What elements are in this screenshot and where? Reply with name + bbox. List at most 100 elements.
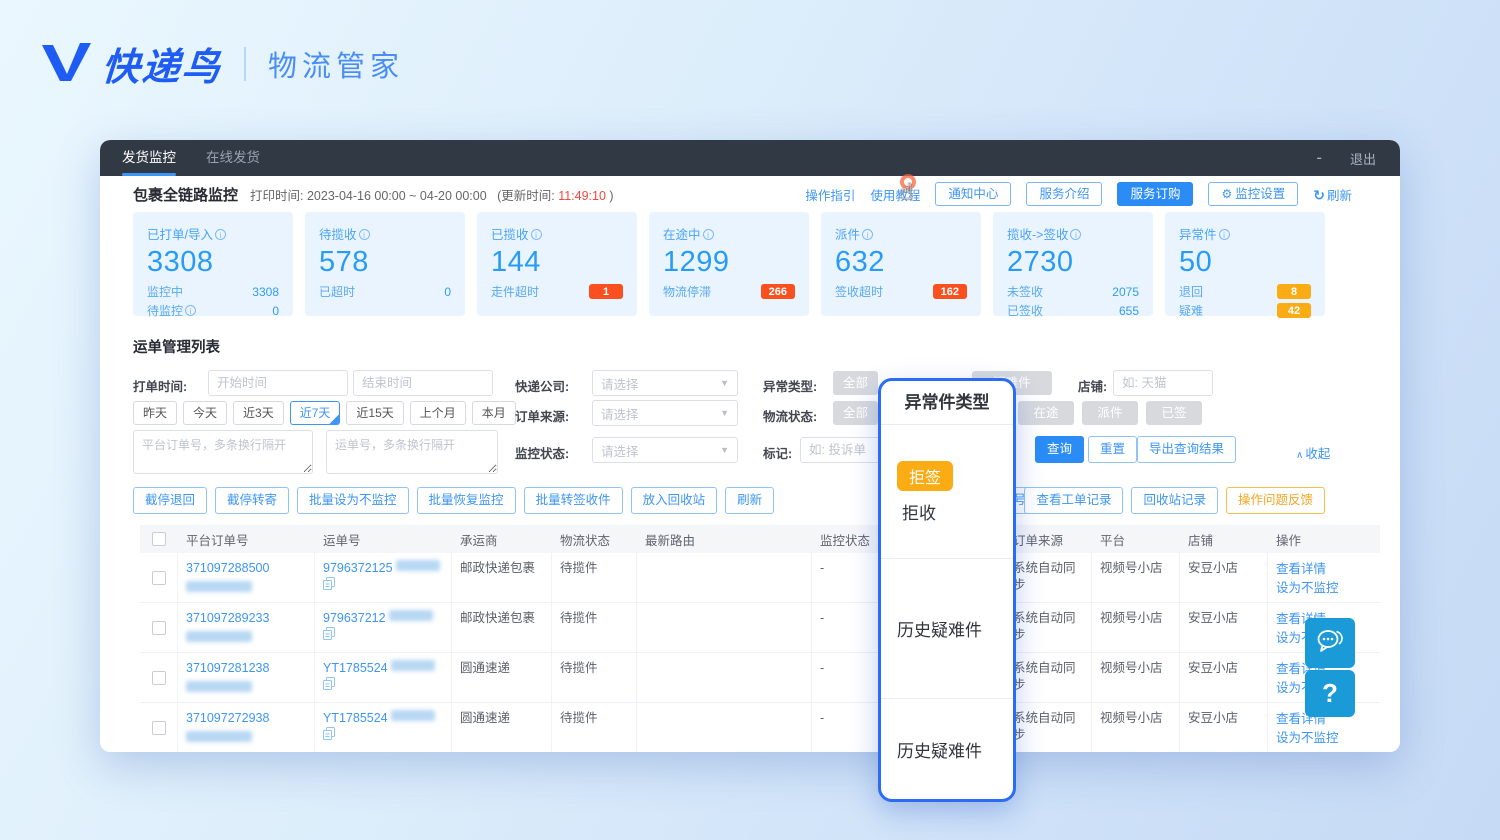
intercept-forward-button[interactable]: 截停转寄 [215,487,289,514]
logistics-chip-all[interactable]: 全部 [833,401,878,425]
popup-item-reject-receive[interactable]: 拒收 [902,499,1013,524]
row-checkbox[interactable] [152,571,166,585]
work-order-records-button[interactable]: 查看工单记录 [1024,487,1123,514]
mark-label: 标记: [763,443,792,462]
stats-cards: 已打单/导入 3308 监控中3308 待监控0 待揽收 578 已超时0 已揽… [133,212,1325,316]
carrier-cell: 圆通速递 [452,703,552,752]
monitor-status-select[interactable]: 请选择▼ [592,437,738,463]
popup-item-reject-sign[interactable]: 拒签 [897,461,953,491]
order-source-cell: 系统自动同步 [1005,703,1092,752]
row-checkbox[interactable] [152,671,166,685]
help-button[interactable]: ? [1305,670,1355,717]
service-subscribe-button[interactable]: 服务订购 [1117,182,1193,206]
copy-icon[interactable] [323,679,335,693]
platform-order-link[interactable]: 371097289233 [186,611,269,625]
order-source-cell: 系统自动同步 [1005,553,1092,602]
batch-unmonitor-button[interactable]: 批量设为不监控 [297,487,409,514]
platform-order-link[interactable]: 371097281238 [186,661,269,675]
info-icon[interactable] [1219,229,1230,240]
service-intro-button[interactable]: 服务介绍 [1026,182,1102,206]
info-icon[interactable] [531,229,542,240]
intercept-return-button[interactable]: 截停退回 [133,487,207,514]
shop-cell: 安豆小店 [1180,653,1268,702]
feedback-button[interactable]: 操作问题反馈 [1226,487,1325,514]
logistics-status-cell: 待揽件 [552,703,637,752]
quick-date-group: 昨天 今天 近3天 近7天 近15天 上个月 本月 [133,401,516,425]
order-source-select[interactable]: 请选择▼ [592,400,738,426]
table-row: 371097272938 YT1785524 圆通速递 待揽件 - 系统自动同步… [140,703,1380,752]
info-icon[interactable] [359,229,370,240]
waybill-link[interactable]: YT1785524 [323,711,388,725]
platform-order-link[interactable]: 371097272938 [186,711,269,725]
info-icon[interactable] [1070,229,1081,240]
quick-date-15d[interactable]: 近15天 [346,401,403,425]
waybill-textarea[interactable] [326,430,498,474]
quick-date-7d[interactable]: 近7天 [290,401,341,425]
redacted-text [186,631,252,642]
waybill-link[interactable]: YT1785524 [323,661,388,675]
info-icon[interactable] [185,305,196,316]
popup-item-history-difficult[interactable]: 历史疑难件 [897,737,982,762]
order-source-label: 订单来源: [515,406,569,425]
minimize-button[interactable]: - [1316,143,1322,173]
quick-date-this-month[interactable]: 本月 [472,401,516,425]
copy-icon[interactable] [323,579,335,593]
recycle-bin-button[interactable]: 放入回收站 [631,487,718,514]
select-all-checkbox[interactable] [152,532,166,546]
waybill-link[interactable]: 9796372125 [323,561,393,575]
refresh-link[interactable]: ↻刷新 [1313,185,1352,204]
query-button[interactable]: 查询 [1035,436,1084,463]
logistics-chip-signed[interactable]: 已签收 [1146,401,1202,425]
quick-date-yesterday[interactable]: 昨天 [133,401,177,425]
customer-service-chat-button[interactable] [1305,618,1355,668]
popup-item-history-difficult[interactable]: 历史疑难件 [897,616,982,641]
logistics-chip-in-transit[interactable]: 在途中 [1018,401,1074,425]
info-icon[interactable] [703,229,714,240]
express-company-select[interactable]: 请选择▼ [592,370,738,396]
tab-online-shipping[interactable]: 在线发货 [206,140,260,176]
start-time-input[interactable] [208,370,348,396]
export-results-button[interactable]: 导出查询结果 [1137,436,1236,463]
quick-date-today[interactable]: 今天 [183,401,227,425]
platform-order-textarea[interactable] [133,430,313,474]
view-detail-link[interactable]: 查看详情 [1276,560,1372,579]
logout-button[interactable]: 退出 [1350,149,1376,168]
shop-input[interactable] [1113,370,1213,396]
batch-signed-button[interactable]: 批量转签收件 [524,487,623,514]
exception-chip-all[interactable]: 全部 [833,371,878,395]
set-unmonitor-link[interactable]: 设为不监控 [1276,729,1372,748]
info-icon[interactable] [862,229,873,240]
table-row: 371097288500 9796372125 邮政快递包裹 待揽件 - 系统自… [140,553,1380,603]
quick-date-last-month[interactable]: 上个月 [410,401,466,425]
print-date-label: 打单时间: [133,376,187,395]
tab-shipping-monitor[interactable]: 发货监控 [122,140,176,176]
gear-icon: ⚙ [1221,187,1232,201]
copy-icon[interactable] [323,629,335,643]
batch-resume-monitor-button[interactable]: 批量恢复监控 [417,487,516,514]
platform-order-link[interactable]: 371097288500 [186,561,269,575]
carrier-cell: 邮政快递包裹 [452,553,552,602]
table-row: 371097281238 YT1785524 圆通速递 待揽件 - 系统自动同步… [140,653,1380,703]
refresh-list-button[interactable]: 刷新 [725,487,774,514]
monitor-settings-button[interactable]: ⚙监控设置 [1208,182,1298,206]
tutorial-link[interactable]: 使用教程 [870,185,920,204]
reset-button[interactable]: 重置 [1088,436,1137,463]
notify-center-button[interactable]: 通知中心 [935,182,1011,206]
info-icon[interactable] [215,229,226,240]
stat-card-delivering: 派件 632 签收超时162 [821,212,981,316]
logistics-chip-delivering[interactable]: 派件中 [1082,401,1138,425]
stat-card-picked-up: 已揽收 144 走件超时1 [477,212,637,316]
recycle-records-button[interactable]: 回收站记录 [1131,487,1218,514]
end-time-input[interactable] [353,370,493,396]
stat-value: 578 [319,244,451,280]
copy-icon[interactable] [323,729,335,743]
quick-date-3d[interactable]: 近3天 [233,401,284,425]
exception-type-label: 异常类型: [763,376,817,395]
red-badge: 162 [933,284,967,299]
set-unmonitor-link[interactable]: 设为不监控 [1276,579,1372,598]
guide-link[interactable]: 操作指引 [805,185,855,204]
waybill-link[interactable]: 979637212 [323,611,386,625]
collapse-link[interactable]: ∧收起 [1296,443,1330,462]
row-checkbox[interactable] [152,621,166,635]
row-checkbox[interactable] [152,721,166,735]
